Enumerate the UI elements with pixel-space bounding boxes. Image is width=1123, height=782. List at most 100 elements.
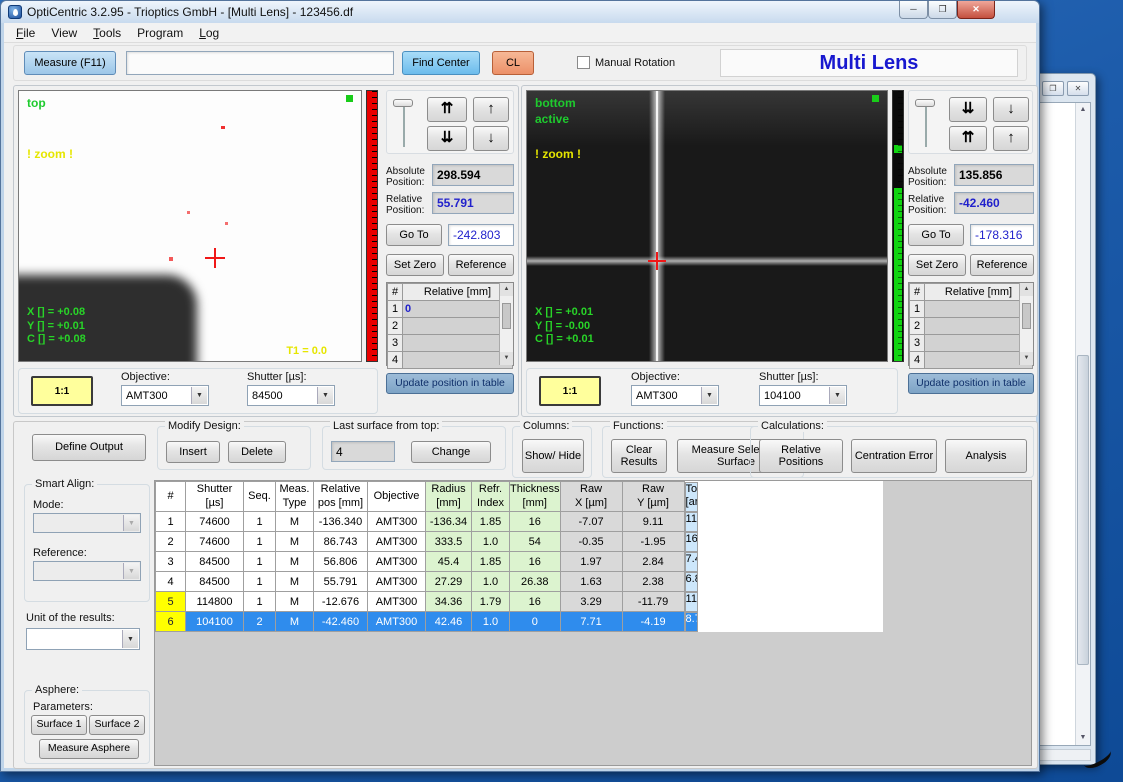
cell[interactable]: 2	[156, 532, 186, 552]
cell[interactable]: 74600	[186, 512, 244, 532]
update-position-button[interactable]: Update position in table	[908, 373, 1034, 394]
unit-select[interactable]: ▼	[26, 628, 140, 650]
cell[interactable]: AMT300	[368, 552, 426, 572]
cell[interactable]: 7.41	[685, 552, 698, 572]
cell[interactable]: AMT300	[368, 512, 426, 532]
cell[interactable]: 333.5	[426, 532, 472, 552]
table-row[interactable]: 4845001M55.791AMT30027.291.026.381.632.3…	[156, 572, 883, 592]
objective-select[interactable]: AMT300▼	[631, 385, 719, 406]
cell[interactable]: 1	[244, 592, 276, 612]
mini-row[interactable]: 1	[910, 301, 1033, 318]
relative-positions-minitable[interactable]: # Relative [mm] 10 2 3 4 ▲ ▼	[386, 282, 514, 366]
cell[interactable]: 1.85	[472, 552, 510, 572]
cell[interactable]: AMT300	[368, 612, 426, 632]
insert-button[interactable]: Insert	[166, 441, 220, 463]
mini-row[interactable]: 3	[910, 335, 1033, 352]
scale-1to1-button[interactable]: 1:1	[539, 376, 601, 406]
command-input[interactable]	[126, 51, 394, 75]
table-row[interactable]: 51148001M-12.676AMT30034.361.79163.29-11…	[156, 592, 883, 612]
cell[interactable]: 11.53	[685, 512, 698, 532]
mini-row[interactable]: 2	[388, 318, 513, 335]
cell[interactable]: 7.71	[560, 612, 622, 632]
menu-item-program[interactable]: Program	[129, 24, 191, 42]
goto-input[interactable]: -178.316	[970, 224, 1034, 246]
results-table[interactable]: #Shutter[µs]Seq.Meas.TypeRelativepos [mm…	[155, 481, 883, 632]
mini-row[interactable]: 4	[388, 352, 513, 369]
smart-align-mode-select[interactable]: ▼	[33, 513, 141, 533]
chevron-down-icon[interactable]: ▼	[829, 387, 845, 404]
chevron-down-icon[interactable]: ▼	[317, 387, 333, 404]
jog-up-fast-button[interactable]: ⇈	[949, 126, 987, 151]
bg-scrollbar[interactable]: ▲ ▼	[1075, 103, 1090, 745]
mini-row[interactable]: 10	[388, 301, 513, 318]
cell[interactable]: -4.19	[622, 612, 684, 632]
cell[interactable]: 1.79	[472, 592, 510, 612]
cell[interactable]: 8.78	[685, 612, 698, 632]
jog-down-fast-button[interactable]: ⇊	[427, 126, 467, 151]
cell[interactable]: 6.80	[685, 572, 698, 592]
measure-button[interactable]: Measure (F11)	[24, 51, 116, 75]
jog-up-fast-button[interactable]: ⇈	[427, 97, 467, 122]
cell[interactable]: 1.63	[560, 572, 622, 592]
chevron-down-icon[interactable]: ▼	[123, 563, 139, 579]
bg-scroll-thumb[interactable]	[1077, 355, 1089, 665]
cell[interactable]: -136.34	[426, 512, 472, 532]
table-row[interactable]: 2746001M86.743AMT300333.51.054-0.35-1.95…	[156, 532, 883, 552]
cell[interactable]: 16	[510, 512, 561, 532]
jog-up-button[interactable]: ↑	[993, 126, 1029, 151]
chevron-down-icon[interactable]: ▼	[701, 387, 717, 404]
find-center-button[interactable]: Find Center	[402, 51, 480, 75]
scale-1to1-button[interactable]: 1:1	[31, 376, 93, 406]
cell[interactable]: 55.791	[314, 572, 368, 592]
cell[interactable]: 1	[156, 512, 186, 532]
centration-error-button[interactable]: Centration Error	[851, 439, 937, 473]
cell[interactable]: M	[276, 612, 314, 632]
cell[interactable]: -136.340	[314, 512, 368, 532]
goto-input[interactable]: -242.803	[448, 224, 514, 246]
right-camera-view[interactable]: bottom active ! zoom ! X [] = +0.01 Y []…	[526, 90, 888, 362]
maximize-button[interactable]: ❐	[928, 1, 957, 19]
cell[interactable]: 2.38	[622, 572, 684, 592]
cell[interactable]: -7.07	[560, 512, 622, 532]
cell[interactable]: 74600	[186, 532, 244, 552]
analysis-button[interactable]: Analysis	[945, 439, 1027, 473]
cell[interactable]: 3	[156, 552, 186, 572]
left-camera-view[interactable]: top ! zoom ! X [] = +0.08 Y [] = +0.01 C…	[18, 90, 362, 362]
menu-item-log[interactable]: Log	[191, 24, 227, 42]
cell[interactable]: 9.11	[622, 512, 684, 532]
cell[interactable]: 26.38	[510, 572, 561, 592]
cell[interactable]: 1	[244, 552, 276, 572]
reference-button[interactable]: Reference	[448, 254, 514, 276]
cell[interactable]: -0.35	[560, 532, 622, 552]
cell[interactable]: M	[276, 532, 314, 552]
cell[interactable]: 1	[244, 572, 276, 592]
manual-rotation-checkbox[interactable]	[577, 56, 590, 69]
mini-row[interactable]: 4	[910, 352, 1033, 369]
cell[interactable]: 45.4	[426, 552, 472, 572]
cell[interactable]: 16.78	[685, 532, 698, 552]
cell[interactable]: 27.29	[426, 572, 472, 592]
cell[interactable]: -1.95	[622, 532, 684, 552]
cell[interactable]: 1.85	[472, 512, 510, 532]
chevron-down-icon[interactable]: ▼	[122, 630, 138, 648]
cell[interactable]: -12.676	[314, 592, 368, 612]
shutter-select[interactable]: 84500▼	[247, 385, 335, 406]
bg-restore-button[interactable]: ❐	[1042, 81, 1064, 96]
bg-close-button[interactable]: ✕	[1067, 81, 1089, 96]
focus-slider-handle[interactable]	[915, 99, 935, 107]
cell[interactable]: AMT300	[368, 592, 426, 612]
mini-row[interactable]: 2	[910, 318, 1033, 335]
cell[interactable]: 1	[244, 532, 276, 552]
cell[interactable]: 16	[510, 552, 561, 572]
mini-scrollbar[interactable]: ▲ ▼	[1019, 283, 1033, 365]
cell[interactable]: 2.84	[622, 552, 684, 572]
cell[interactable]: AMT300	[368, 572, 426, 592]
cell[interactable]: 42.46	[426, 612, 472, 632]
minimize-button[interactable]: ─	[899, 1, 928, 19]
cell[interactable]: -42.460	[314, 612, 368, 632]
jog-down-fast-button[interactable]: ⇊	[949, 97, 987, 122]
cell[interactable]: 56.806	[314, 552, 368, 572]
objective-select[interactable]: AMT300▼	[121, 385, 209, 406]
reference-button[interactable]: Reference	[970, 254, 1034, 276]
set-zero-button[interactable]: Set Zero	[908, 254, 966, 276]
